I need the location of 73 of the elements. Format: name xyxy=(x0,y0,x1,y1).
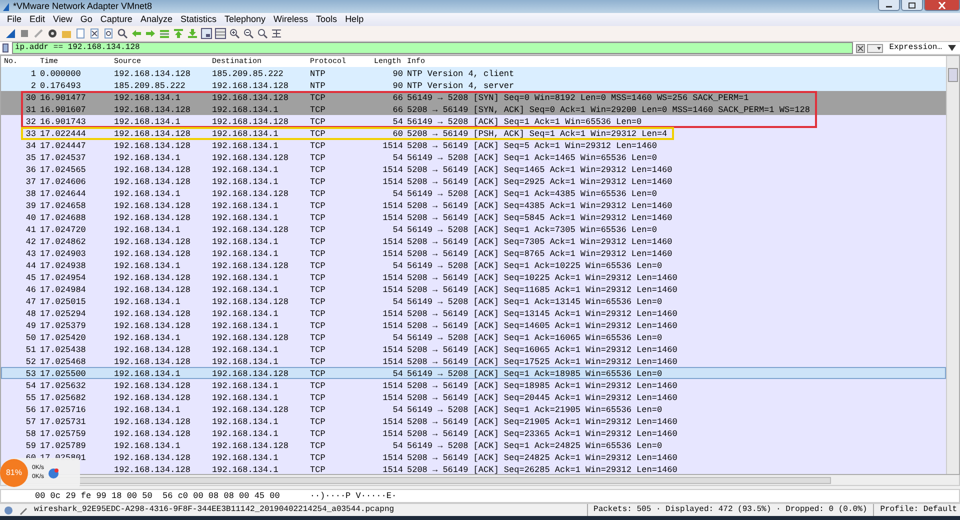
menu-item[interactable]: Go xyxy=(76,13,96,26)
menu-item[interactable]: Analyze xyxy=(136,13,176,26)
autoscroll-icon[interactable] xyxy=(201,28,212,39)
packet-row[interactable]: 1 0.000000 192.168.134.128 185.209.85.222 NTP 90 NTP Version 4, client xyxy=(1,67,946,79)
display-filter-field[interactable]: ip.addr == 192.168.134.128 xyxy=(13,43,852,53)
search-icon[interactable] xyxy=(117,28,128,39)
packet-row[interactable]: 47 17.025015 192.168.134.1 192.168.134.128 TCP 54 56149 → 5208 [ACK] Seq=1 Ack=13145 Win=65536 Len=0 xyxy=(1,295,946,307)
packet-row[interactable]: 54 17.025632 192.168.134.128 192.168.134.1 TCP 1514 5208 → 56149 [ACK] Seq=18985 Ack=1 Win=29312 Len=1460 xyxy=(1,379,946,391)
apply-dropdown-icon[interactable] xyxy=(867,44,884,52)
packet-row[interactable]: 34 17.024447 192.168.134.128 192.168.134.1 TCP 1514 5208 → 56149 [ACK] Seq=5 Ack=1 Win=29312 Len=1460 xyxy=(1,139,946,151)
shark-fin-icon[interactable] xyxy=(5,28,16,39)
stop-icon[interactable] xyxy=(19,28,30,39)
packet-row[interactable]: 36 17.024565 192.168.134.128 192.168.134.1 TCP 1514 5208 → 56149 [ACK] Seq=1465 Ack=1 Win=29312 Len=1460 xyxy=(1,163,946,175)
packet-row[interactable]: 46 17.024984 192.168.134.128 192.168.134.1 TCP 1514 5208 → 56149 [ACK] Seq=11685 Ack=1 Win=29312 Len=1460 xyxy=(1,283,946,295)
packet-row[interactable]: 49 17.025379 192.168.134.128 192.168.134.1 TCP 1514 5208 → 56149 [ACK] Seq=14605 Ack=1 Win=29312 Len=1460 xyxy=(1,319,946,331)
menu-item[interactable]: Edit xyxy=(26,13,50,26)
menu-item[interactable]: Tools xyxy=(312,13,342,26)
packet-row[interactable]: 57 17.025731 192.168.134.128 192.168.134.1 TCP 1514 5208 → 56149 [ACK] Seq=21905 Ack=1 Win=29312 Len=1460 xyxy=(1,415,946,427)
packet-row[interactable]: 35 17.024537 192.168.134.1 192.168.134.128 TCP 54 56149 → 5208 [ACK] Seq=1 Ack=1465 Win=65536 Len=0 xyxy=(1,151,946,163)
maximize-icon xyxy=(908,2,916,9)
minimize-button[interactable] xyxy=(878,0,900,11)
packet-row[interactable]: 2 0.176493 185.209.85.222 192.168.134.128 NTP 90 NTP Version 4, server xyxy=(1,79,946,91)
ascii-bytes: ··)····P V·····E· xyxy=(310,490,397,502)
packet-row[interactable]: 43 17.024903 192.168.134.128 192.168.134.1 TCP 1514 5208 → 56149 [ACK] Seq=8765 Ack=1 Win=29312 Len=1460 xyxy=(1,247,946,259)
packet-row[interactable]: 48 17.025294 192.168.134.128 192.168.134.1 TCP 1514 5208 → 56149 [ACK] Seq=13145 Ack=1 Win=29312 Len=1460 xyxy=(1,307,946,319)
close-file-icon[interactable] xyxy=(89,28,100,39)
usage-percent: 81% xyxy=(0,459,28,487)
packet-row[interactable]: 45 17.024954 192.168.134.128 192.168.134.1 TCP 1514 5208 → 56149 [ACK] Seq=10225 Ack=1 Win=29312 Len=1460 xyxy=(1,271,946,283)
menu-item[interactable]: Telephony xyxy=(220,13,270,26)
bookmark-icon[interactable] xyxy=(2,43,10,53)
horizontal-scrollbar[interactable] xyxy=(0,475,960,486)
packet-row[interactable]: 55 17.025682 192.168.134.128 192.168.134.1 TCP 1514 5208 → 56149 [ACK] Seq=20445 Ack=1 Win=29312 Len=1460 xyxy=(1,391,946,403)
menu-item[interactable]: File xyxy=(3,13,26,26)
vertical-scrollbar[interactable] xyxy=(946,56,959,474)
hex-bytes: 00 0c 29 fe 99 18 00 50 56 c0 00 08 08 00 45 00 xyxy=(35,490,280,502)
reload-icon[interactable] xyxy=(103,28,114,39)
packet-row[interactable]: 56 17.025716 192.168.134.1 192.168.134.128 TCP 54 56149 → 5208 [ACK] Seq=1 Ack=21905 Win=65536 Len=0 xyxy=(1,403,946,415)
packet-row[interactable]: 50 17.025420 192.168.134.1 192.168.134.128 TCP 54 56149 → 5208 [ACK] Seq=1 Ack=16065 Win=65536 Len=0 xyxy=(1,331,946,343)
zoom-reset-icon[interactable] xyxy=(257,28,268,39)
packet-row[interactable]: 41 17.024720 192.168.134.1 192.168.134.128 TCP 54 56149 → 5208 [ACK] Seq=1 Ack=7305 Win=65536 Len=0 xyxy=(1,223,946,235)
packet-row[interactable]: 39 17.024658 192.168.134.128 192.168.134.1 TCP 1514 5208 → 56149 [ACK] Seq=4385 Ack=1 Win=29312 Len=1460 xyxy=(1,199,946,211)
clear-icon[interactable] xyxy=(856,44,866,52)
menu-item[interactable]: Help xyxy=(341,13,368,26)
packet-row[interactable]: 51 17.025438 192.168.134.128 192.168.134.1 TCP 1514 5208 → 56149 [ACK] Seq=16065 Ack=1 Win=29312 Len=1460 xyxy=(1,343,946,355)
menu-item[interactable]: Capture xyxy=(96,13,136,26)
window-title: *VMware Network Adapter VMnet8 xyxy=(13,0,152,13)
shark-fin-icon xyxy=(2,2,10,12)
packet-row[interactable]: 42 17.024862 192.168.134.128 192.168.134.1 TCP 1514 5208 → 56149 [ACK] Seq=7305 Ack=1 Win=29312 Len=1460 xyxy=(1,235,946,247)
zoom-in-icon[interactable] xyxy=(229,28,240,39)
maximize-button[interactable] xyxy=(901,0,923,11)
packet-row[interactable]: 37 17.024606 192.168.134.128 192.168.134.1 TCP 1514 5208 → 56149 [ACK] Seq=2925 Ack=1 Win=29312 Len=1460 xyxy=(1,175,946,187)
menu-item[interactable]: Wireless xyxy=(270,13,312,26)
packet-row[interactable]: 58 17.025759 192.168.134.128 192.168.134.1 TCP 1514 5208 → 56149 [ACK] Seq=23365 Ack=1 Win=29312 Len=1460 xyxy=(1,427,946,439)
menu-item[interactable]: Statistics xyxy=(176,13,220,26)
packet-row[interactable]: 38 17.024644 192.168.134.1 192.168.134.128 TCP 54 56149 → 5208 [ACK] Seq=1 Ack=4385 Win=65536 Len=0 xyxy=(1,187,946,199)
resize-columns-icon[interactable] xyxy=(271,28,282,39)
expression-button[interactable]: Expression… xyxy=(883,42,948,54)
status-icon xyxy=(4,506,13,514)
zoom-out-icon[interactable] xyxy=(243,28,254,39)
packet-row[interactable]: 31 16.901607 192.168.134.128 192.168.134.1 TCP 66 5208 → 56149 [SYN, ACK] Seq=0 Ack=1 Win=29200 Len=0 MSS=1460 SACK_PERM=1 WS=128 xyxy=(1,103,946,115)
packet-row[interactable]: 40 17.024688 192.168.134.128 192.168.134.1 TCP 1514 5208 → 56149 [ACK] Seq=5845 Ack=1 Win=29312 Len=1460 xyxy=(1,211,946,223)
capture-file-name: wireshark_92E95EDC-A298-4316-9F8F-344EE3B11142_20190402214254_a03544.pcapng xyxy=(34,504,394,516)
packet-row[interactable]: 60 17.025801 192.168.134.128 192.168.134.1 TCP 1514 5208 → 56149 [ACK] Seq=24825 Ack=1 Win=29312 Len=1460 xyxy=(1,451,946,463)
packet-row[interactable]: 52 17.025468 192.168.134.128 192.168.134.1 TCP 1514 5208 → 56149 [ACK] Seq=17525 Ack=1 Win=29312 Len=1460 xyxy=(1,355,946,367)
menu-item[interactable]: View xyxy=(49,13,76,26)
packet-row[interactable]: 53 17.025500 192.168.134.1 192.168.134.128 TCP 54 56149 → 5208 [ACK] Seq=1 Ack=18985 Win=65536 Len=0 xyxy=(1,367,946,379)
colorize-icon[interactable] xyxy=(215,28,226,39)
close-icon xyxy=(938,2,946,9)
packet-row[interactable]: 59 17.025789 192.168.134.1 192.168.134.128 TCP 54 56149 → 5208 [ACK] Seq=1 Ack=24825 Win=65536 Len=0 xyxy=(1,439,946,451)
close-button[interactable] xyxy=(924,0,960,11)
packet-row[interactable]: 32 16.901743 192.168.134.1 192.168.134.128 TCP 54 56149 → 5208 [ACK] Seq=1 Ack=1 Win=65536 Len=0 xyxy=(1,115,946,127)
packet-row[interactable]: 44 17.024938 192.168.134.1 192.168.134.128 TCP 54 56149 → 5208 [ACK] Seq=1 Ack=10225 Win=65536 Len=0 xyxy=(1,259,946,271)
dropdown-icon[interactable] xyxy=(948,45,956,51)
